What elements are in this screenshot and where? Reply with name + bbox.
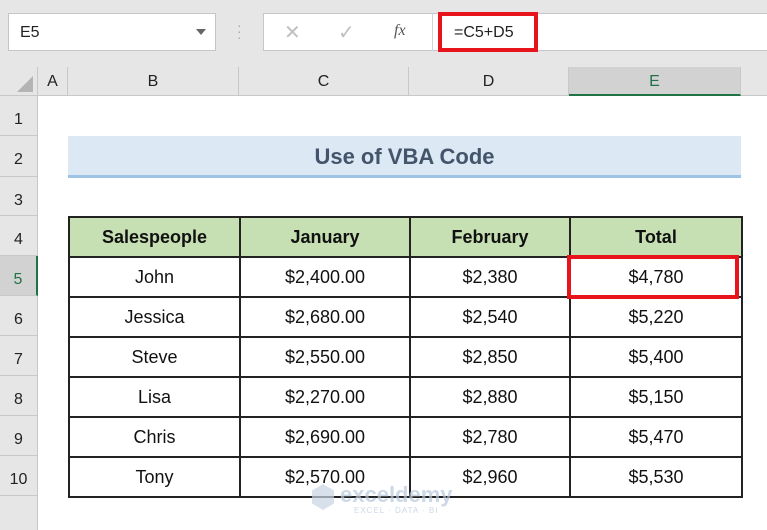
table-row: Steve $2,550.00 $2,850 $5,400 (68, 336, 743, 378)
column-header-c[interactable]: C (239, 67, 409, 96)
name-box[interactable]: E5 (8, 13, 216, 51)
header-total[interactable]: Total (569, 216, 743, 258)
table-header-row: Salespeople January February Total (68, 216, 743, 258)
formula-text: =C5+D5 (454, 24, 514, 41)
cell-february[interactable]: $2,380 (409, 256, 571, 298)
insert-function-icon[interactable]: fx (394, 22, 406, 40)
formula-input[interactable]: =C5+D5 (438, 12, 538, 52)
cell-salesperson[interactable]: Lisa (68, 376, 241, 418)
cell-total[interactable]: $5,220 (569, 296, 743, 338)
enter-icon[interactable]: ✓ (338, 20, 355, 45)
column-header-d[interactable]: D (409, 67, 569, 96)
cell-february[interactable]: $2,540 (409, 296, 571, 338)
row-header-8[interactable]: 8 (0, 376, 38, 416)
cell-january[interactable]: $2,690.00 (239, 416, 411, 458)
sheet-title[interactable]: Use of VBA Code (68, 136, 741, 178)
cell-salesperson[interactable]: Jessica (68, 296, 241, 338)
row-header-6[interactable]: 6 (0, 296, 38, 336)
row-header-5[interactable]: 5 (0, 256, 38, 296)
drag-handle-icon[interactable]: · · · (237, 18, 242, 44)
cell-january[interactable]: $2,550.00 (239, 336, 411, 378)
cell-salesperson[interactable]: John (68, 256, 241, 298)
header-january[interactable]: January (239, 216, 411, 258)
table-row: Jessica $2,680.00 $2,540 $5,220 (68, 296, 743, 338)
cell-january[interactable]: $2,270.00 (239, 376, 411, 418)
column-header-a[interactable]: A (38, 67, 68, 96)
row-header-2[interactable]: 2 (0, 136, 38, 177)
cell-february[interactable]: $2,880 (409, 376, 571, 418)
row-header-9[interactable]: 9 (0, 416, 38, 456)
formula-bar-divider (432, 14, 433, 51)
row-header-3[interactable]: 3 (0, 177, 38, 216)
selected-cell-highlight (567, 255, 739, 299)
cell-total[interactable]: $5,470 (569, 416, 743, 458)
table-row: Lisa $2,270.00 $2,880 $5,150 (68, 376, 743, 418)
chevron-down-icon[interactable] (196, 29, 206, 35)
cell-february[interactable]: $2,780 (409, 416, 571, 458)
row-header-7[interactable]: 7 (0, 336, 38, 376)
cell-january[interactable]: $2,680.00 (239, 296, 411, 338)
cancel-icon[interactable]: ✕ (284, 20, 301, 45)
cell-salesperson[interactable]: Tony (68, 456, 241, 498)
column-header-e[interactable]: E (569, 67, 741, 96)
row-header-1[interactable]: 1 (0, 96, 38, 136)
cell-total[interactable]: $5,530 (569, 456, 743, 498)
select-all-icon (17, 76, 33, 92)
cell-total[interactable]: $5,150 (569, 376, 743, 418)
row-header-10[interactable]: 10 (0, 456, 38, 496)
formula-bar-area: E5 · · · ✕ ✓ fx =C5+D5 (0, 0, 767, 67)
name-box-value: E5 (20, 24, 40, 41)
watermark-tagline: EXCEL · DATA · BI (354, 506, 439, 515)
cell-total[interactable]: $5,400 (569, 336, 743, 378)
column-header-f[interactable] (741, 67, 767, 96)
cell-february[interactable]: $2,850 (409, 336, 571, 378)
watermark-name: exceldemy (340, 482, 453, 507)
select-all-button[interactable] (0, 67, 38, 96)
column-header-b[interactable]: B (68, 67, 239, 96)
header-salespeople[interactable]: Salespeople (68, 216, 241, 258)
row-header-4[interactable]: 4 (0, 216, 38, 256)
cell-january[interactable]: $2,400.00 (239, 256, 411, 298)
row-header-filler (0, 496, 38, 530)
cell-salesperson[interactable]: Steve (68, 336, 241, 378)
cell-salesperson[interactable]: Chris (68, 416, 241, 458)
table-row: Chris $2,690.00 $2,780 $5,470 (68, 416, 743, 458)
header-february[interactable]: February (409, 216, 571, 258)
